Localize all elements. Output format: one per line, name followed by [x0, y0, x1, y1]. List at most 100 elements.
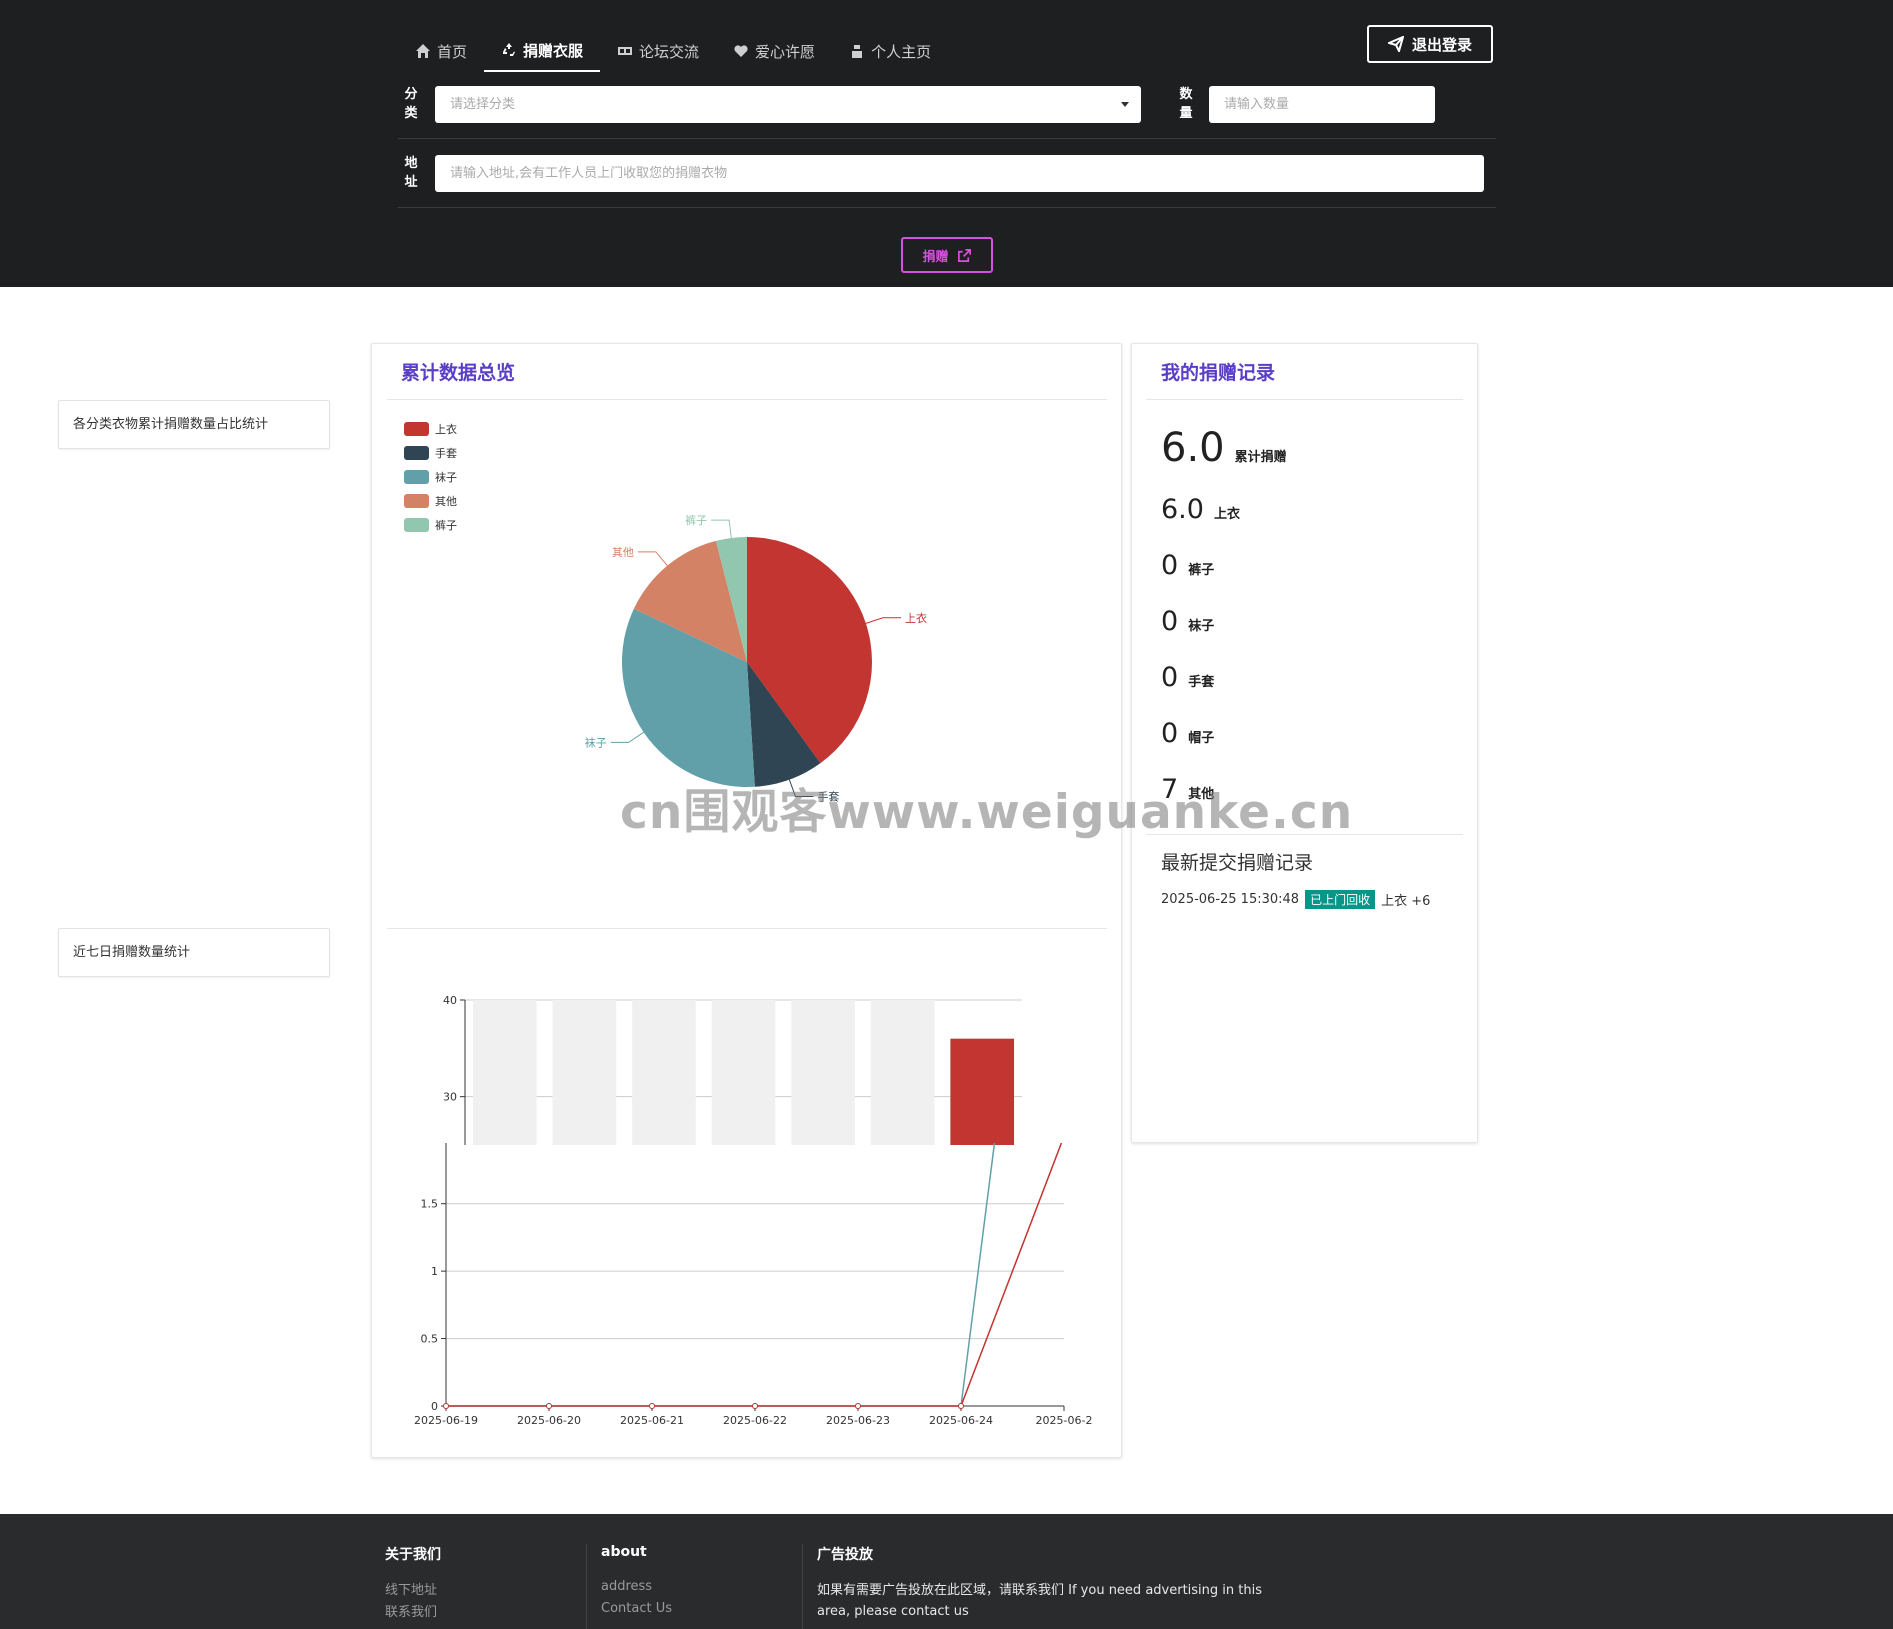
- divider: [1146, 399, 1463, 400]
- stat-label: 帽子: [1188, 731, 1215, 746]
- x-tick-label: 2025-06-19: [414, 1414, 478, 1427]
- nav-label: 论坛交流: [639, 42, 700, 61]
- latest-record-row: 2025-06-25 15:30:48 已上门回收 上衣 +6: [1161, 890, 1430, 909]
- x-tick-label: 2025-06-21: [620, 1414, 684, 1427]
- category-label: 分类: [404, 87, 418, 121]
- y-tick-label: 0.5: [421, 1333, 439, 1346]
- x-tick-label: 2025-06-20: [517, 1414, 581, 1427]
- bar: [870, 1000, 935, 1145]
- x-tick-label: 2025-06-22: [723, 1414, 787, 1427]
- stat-value: 6.0: [1161, 494, 1204, 525]
- legend-label: 袜子: [435, 471, 457, 484]
- stat-value: 0: [1161, 550, 1179, 581]
- legend-item[interactable]: 袜子: [404, 465, 457, 489]
- record-time: 2025-06-25 15:30:48: [1161, 892, 1300, 907]
- divider: [802, 1544, 803, 1629]
- legend-item[interactable]: 手套: [404, 441, 457, 465]
- nav-label: 捐赠衣服: [523, 41, 584, 60]
- x-tick-label: 2025-06-24: [929, 1414, 993, 1427]
- legend-item[interactable]: 其他: [404, 489, 457, 513]
- week-caption-box: 近七日捐赠数量统计: [58, 928, 330, 977]
- record-detail: 上衣 +6: [1381, 894, 1431, 909]
- pie-label-line: [865, 617, 902, 624]
- nav-item-wish[interactable]: 爱心许愿: [716, 30, 832, 72]
- category-select[interactable]: 请选择分类: [435, 86, 1141, 123]
- ad-text: 如果有需要广告投放在此区域，请联系我们 If you need advertis…: [817, 1583, 1262, 1619]
- home-icon: [416, 44, 430, 58]
- address-input[interactable]: 请输入地址,会有工作人员上门收取您的捐赠衣物: [435, 155, 1484, 192]
- quantity-input[interactable]: 请输入数量: [1209, 86, 1435, 123]
- y-tick-label: 30: [443, 1091, 457, 1104]
- bar: [472, 1000, 537, 1145]
- divider: [398, 207, 1496, 208]
- pie-caption-box: 各分类衣物累计捐赠数量占比统计: [58, 400, 330, 449]
- pie-slice-label: 裤子: [685, 513, 707, 527]
- bar: [950, 1038, 1015, 1145]
- address-placeholder: 请输入地址,会有工作人员上门收取您的捐赠衣物: [450, 166, 728, 181]
- bar: [552, 1000, 617, 1145]
- nav-item-forum[interactable]: 论坛交流: [600, 30, 716, 72]
- week-caption: 近七日捐赠数量统计: [73, 945, 191, 960]
- nav-label: 爱心许愿: [755, 42, 816, 61]
- y-tick-label: 1.5: [421, 1198, 439, 1211]
- pie-label-line: [711, 519, 732, 539]
- bar: [632, 1000, 696, 1145]
- footer-link-contact[interactable]: 联系我们: [385, 1602, 441, 1624]
- recycle-icon: [503, 43, 516, 56]
- footer-link-address-en[interactable]: address: [601, 1576, 672, 1598]
- bar: [791, 1000, 855, 1145]
- nav-label: 首页: [437, 42, 468, 61]
- y-tick-label: 40: [443, 994, 457, 1007]
- stat-row: 0 袜子: [1161, 606, 1214, 637]
- divider: [586, 1544, 587, 1629]
- pie-slice-label: 袜子: [585, 735, 607, 749]
- data-point: [958, 1403, 964, 1409]
- pie-label-line: [637, 551, 668, 567]
- footer-link-contact-en[interactable]: Contact Us: [601, 1598, 672, 1620]
- footer-heading: about: [601, 1544, 647, 1560]
- divider: [387, 928, 1107, 929]
- nav-item-donate-clothes[interactable]: 捐赠衣服: [484, 30, 601, 72]
- legend-label: 手套: [435, 447, 457, 460]
- y-tick-label: 0: [431, 1400, 438, 1413]
- stat-label: 手套: [1188, 675, 1215, 690]
- footer-link-address[interactable]: 线下地址: [385, 1580, 441, 1602]
- legend-swatch: [404, 422, 429, 436]
- nav-item-profile[interactable]: 个人主页: [832, 30, 948, 72]
- address-label: 地址: [404, 156, 418, 190]
- pie-label-line: [610, 731, 644, 743]
- footer-about-cn: 关于我们 线下地址 联系我们: [385, 1544, 441, 1624]
- forum-icon: [618, 47, 633, 55]
- pie-caption: 各分类衣物累计捐赠数量占比统计: [73, 417, 269, 432]
- legend-item[interactable]: 裤子: [404, 513, 457, 537]
- overview-title: 累计数据总览: [401, 362, 516, 384]
- legend-swatch: [404, 470, 429, 484]
- divider: [387, 399, 1107, 400]
- stat-value: 0: [1161, 718, 1179, 749]
- share-icon: [957, 248, 971, 262]
- divider: [398, 138, 1496, 139]
- nav-item-home[interactable]: 首页: [398, 30, 484, 72]
- weekly-bar-chart: 40 30: [443, 994, 1022, 1145]
- stat-row: 0 帽子: [1161, 718, 1214, 749]
- bar: [711, 1000, 776, 1145]
- donate-label: 捐赠: [922, 249, 949, 265]
- footer-about-en: about address Contact Us: [601, 1544, 672, 1620]
- total-value: 6.0: [1161, 425, 1225, 471]
- data-point: [546, 1403, 552, 1409]
- stat-label: 袜子: [1188, 619, 1215, 634]
- donate-button[interactable]: 捐赠: [901, 237, 993, 273]
- stat-label: 上衣: [1213, 507, 1240, 522]
- watermark: cn围观客www.weiguanke.cn: [620, 785, 1354, 840]
- pie-legend: 上衣 手套 袜子 其他 裤子: [404, 417, 457, 537]
- nav-label: 个人主页: [871, 42, 932, 61]
- heart-icon: [734, 45, 748, 57]
- total-stat: 6.0 累计捐赠: [1161, 425, 1287, 471]
- series-line: [446, 1143, 996, 1407]
- legend-label: 裤子: [435, 519, 457, 532]
- x-tick-label: 2025-06-23: [826, 1414, 890, 1427]
- data-point: [752, 1403, 758, 1409]
- logout-button[interactable]: 退出登录: [1367, 25, 1493, 63]
- legend-item[interactable]: 上衣: [404, 417, 457, 441]
- data-point: [649, 1403, 655, 1409]
